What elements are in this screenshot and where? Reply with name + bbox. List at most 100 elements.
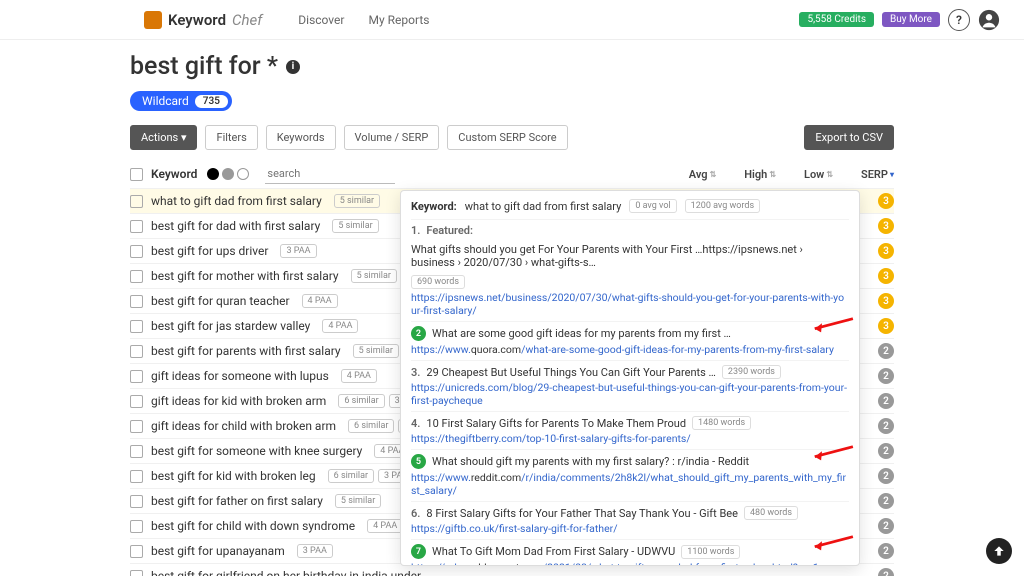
serp-score-badge: 3 (878, 293, 894, 309)
kw-pill[interactable]: 4 PAA (367, 519, 403, 533)
kw-pill[interactable]: 4 PAA (302, 294, 338, 308)
row-checkbox[interactable] (130, 195, 143, 208)
help-icon[interactable]: ? (948, 9, 970, 31)
kw-pill[interactable]: 4 PAA (322, 319, 358, 333)
serp-rank: 5 (411, 454, 426, 469)
serp-url[interactable]: https://thegiftberry.com/top-10-first-sa… (411, 432, 849, 445)
row-checkbox[interactable] (130, 570, 143, 576)
logo[interactable]: Keyword Chef (144, 11, 262, 29)
credits-badge[interactable]: 5,558 Credits (799, 12, 874, 27)
wildcard-pill[interactable]: Wildcard 735 (130, 91, 232, 111)
serp-item[interactable]: 7 What To Gift Mom Dad From First Salary … (411, 539, 849, 566)
serp-score-badge: 2 (878, 343, 894, 359)
kw-pill[interactable]: 3 PAA (297, 544, 333, 558)
serp-title-text: What To Gift Mom Dad From First Salary -… (432, 545, 675, 558)
info-icon[interactable]: i (286, 60, 300, 74)
kw-pill[interactable]: 5 similar (353, 344, 399, 358)
keyword-text: best gift for jas stardew valley (151, 319, 310, 333)
kw-pill[interactable]: 4 PAA (341, 369, 377, 383)
row-checkbox[interactable] (130, 320, 143, 333)
col-avg[interactable]: Avg⇅ (689, 168, 716, 181)
kw-pill[interactable]: 5 similar (334, 194, 380, 208)
serp-score-badge: 2 (878, 443, 894, 459)
row-checkbox[interactable] (130, 520, 143, 533)
row-checkbox[interactable] (130, 245, 143, 258)
row-checkbox[interactable] (130, 345, 143, 358)
serp-score-badge: 2 (878, 543, 894, 559)
buy-more-button[interactable]: Buy More (882, 12, 940, 27)
row-checkbox[interactable] (130, 470, 143, 483)
kw-pill[interactable]: 5 similar (335, 494, 381, 508)
serp-url[interactable]: https://giftb.co.uk/first-salary-gift-fo… (411, 522, 849, 535)
keyword-text: best gift for girlfriend on her birthday… (151, 569, 421, 576)
serp-url[interactable]: https://udwvu.blogspot.com/2021/08/what-… (411, 561, 849, 566)
kw-pill[interactable]: 6 similar (338, 394, 384, 408)
kw-pill[interactable]: 5 similar (351, 269, 397, 283)
row-checkbox[interactable] (130, 370, 143, 383)
serp-url[interactable]: https://www.quora.com/what-are-some-good… (411, 343, 849, 356)
row-checkbox[interactable] (130, 295, 143, 308)
row-checkbox[interactable] (130, 495, 143, 508)
volume-serp-button[interactable]: Volume / SERP (344, 125, 440, 150)
keyword-text: best gift for father on first salary (151, 494, 323, 508)
serp-item[interactable]: 4.10 First Salary Gifts for Parents To M… (411, 411, 849, 449)
keyword-text: best gift for quran teacher (151, 294, 290, 308)
filters-button[interactable]: Filters (205, 125, 257, 150)
dot-black[interactable] (207, 168, 219, 180)
keywords-button[interactable]: Keywords (266, 125, 336, 150)
serp-url[interactable]: https://www.reddit.com/r/india/comments/… (411, 471, 849, 497)
serp-score-badge: 2 (878, 568, 894, 576)
avg-words-pill: 1200 avg words (685, 199, 760, 213)
dot-outline[interactable] (237, 168, 249, 180)
row-checkbox[interactable] (130, 270, 143, 283)
kw-pill[interactable]: 6 similar (348, 419, 394, 433)
row-checkbox[interactable] (130, 545, 143, 558)
nav-links: Discover My Reports (298, 13, 429, 27)
serp-item[interactable]: 1.Featured: What gifts should you get Fo… (411, 219, 849, 321)
page-title: best gift for * i (130, 52, 894, 81)
keyword-text: gift ideas for someone with lupus (151, 369, 329, 383)
panel-header: Keyword: what to gift dad from first sal… (411, 199, 849, 219)
scroll-to-top-button[interactable] (986, 538, 1012, 564)
select-all-checkbox[interactable] (130, 168, 143, 181)
col-serp[interactable]: SERP▾ (861, 168, 894, 181)
row-checkbox[interactable] (130, 395, 143, 408)
dot-gray[interactable] (222, 168, 234, 180)
user-avatar-icon[interactable] (978, 9, 1000, 31)
row-checkbox[interactable] (130, 220, 143, 233)
custom-score-button[interactable]: Custom SERP Score (447, 125, 567, 150)
top-right: 5,558 Credits Buy More ? (799, 9, 1000, 31)
kw-pill[interactable]: 3 PAA (280, 244, 316, 258)
row-checkbox[interactable] (130, 420, 143, 433)
serp-item[interactable]: 2What are some good gift ideas for my pa… (411, 321, 849, 360)
row-checkbox[interactable] (130, 445, 143, 458)
serp-item[interactable]: 5What should gift my parents with my fir… (411, 449, 849, 501)
serp-url[interactable]: https://ipsnews.net/business/2020/07/30/… (411, 291, 849, 317)
keyword-text: best gift for ups driver (151, 244, 268, 258)
col-low[interactable]: Low⇅ (804, 168, 833, 181)
word-count-pill: 690 words (411, 275, 465, 289)
nav-reports[interactable]: My Reports (368, 13, 429, 27)
keyword-text: best gift for child with down syndrome (151, 519, 355, 533)
serp-url[interactable]: https://unicreds.com/blog/29-cheapest-bu… (411, 381, 849, 407)
search-input[interactable] (265, 164, 395, 184)
serp-item[interactable]: 3.29 Cheapest But Useful Things You Can … (411, 360, 849, 411)
export-button[interactable]: Export to CSV (804, 125, 894, 150)
serp-score-badge: 2 (878, 493, 894, 509)
logo-icon (144, 11, 162, 29)
serp-rank: 7 (411, 544, 426, 559)
kw-pill[interactable]: 5 similar (332, 219, 378, 233)
serp-item[interactable]: 6.8 First Salary Gifts for Your Father T… (411, 501, 849, 539)
nav-discover[interactable]: Discover (298, 13, 344, 27)
col-high[interactable]: High⇅ (744, 168, 776, 181)
actions-button[interactable]: Actions ▾ (130, 125, 197, 150)
kw-pill[interactable]: 6 similar (328, 469, 374, 483)
brand-suffix: Chef (232, 11, 262, 29)
word-count-pill: 1480 words (692, 416, 751, 430)
avg-vol-pill: 0 avg vol (629, 199, 676, 213)
serp-score-badge: 2 (878, 393, 894, 409)
top-bar: Keyword Chef Discover My Reports 5,558 C… (0, 0, 1024, 40)
keyword-text: best gift for mother with first salary (151, 269, 339, 283)
keyword-text: best gift for upanayanam (151, 544, 285, 558)
col-keyword[interactable]: Keyword (151, 167, 197, 181)
